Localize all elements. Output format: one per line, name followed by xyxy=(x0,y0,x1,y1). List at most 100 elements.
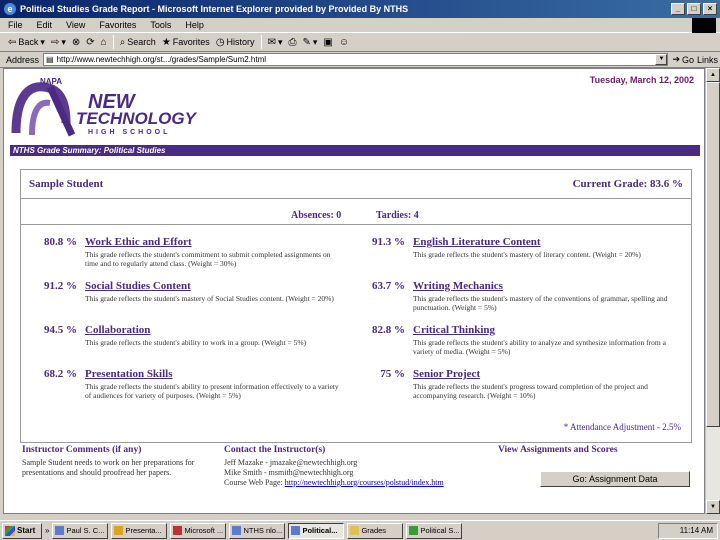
system-tray: 11:14 AM xyxy=(658,522,718,539)
category-description: This grade reflects the student's abilit… xyxy=(85,382,339,400)
contact-title: Contact the Instructor(s) xyxy=(224,445,326,455)
back-button[interactable]: ⇦ Back ▾ xyxy=(8,37,45,48)
category-description: This grade reflects the student's master… xyxy=(413,294,668,312)
current-grade: Current Grade: 83.6 % xyxy=(572,178,683,190)
category-name[interactable]: Social Studies Content xyxy=(85,280,191,292)
clock: 11:14 AM xyxy=(679,526,713,535)
menu-view[interactable]: View xyxy=(66,20,85,30)
home-icon: ⌂ xyxy=(100,36,107,48)
category-description: This grade reflects the student's master… xyxy=(413,250,641,259)
category-name[interactable]: Presentation Skills xyxy=(85,368,173,380)
links-label[interactable]: Links xyxy=(697,55,718,65)
category-name[interactable]: Senior Project xyxy=(413,368,480,380)
scroll-up-button[interactable]: ▲ xyxy=(706,68,720,82)
divider xyxy=(21,198,691,199)
page-content: Tuesday, March 12, 2002 NAPA NEW TECHNOL… xyxy=(3,68,705,514)
category-name[interactable]: Collaboration xyxy=(85,324,150,336)
course-web-link[interactable]: http://newtechhigh.org/courses/polstud/i… xyxy=(285,478,444,487)
messenger-icon: ☺ xyxy=(338,36,350,48)
dropdown-arrow-icon: ▾ xyxy=(277,36,283,47)
address-label: Address xyxy=(6,54,40,65)
windows-flag-icon xyxy=(5,525,15,536)
logo-line-3: HIGH SCHOOL xyxy=(88,129,171,136)
category-name[interactable]: Critical Thinking xyxy=(413,324,495,336)
print-button[interactable]: ⎙ xyxy=(288,37,296,48)
windows-throbber xyxy=(692,18,716,33)
taskbar-item[interactable]: NTHS nlo... xyxy=(229,522,286,539)
tardies: Tardies: 4 xyxy=(376,210,419,221)
taskbar-item[interactable]: Microsoft ... xyxy=(170,522,227,539)
category-name[interactable]: Work Ethic and Effort xyxy=(85,236,192,248)
menu-help[interactable]: Help xyxy=(185,20,204,30)
address-input[interactable]: ▤ http://www.newtechhigh.org/st.../grade… xyxy=(43,53,669,66)
taskbar-item-active[interactable]: Political... xyxy=(288,522,345,539)
taskbar-item[interactable]: Grades xyxy=(347,522,404,539)
address-dropdown-button[interactable]: ▼ xyxy=(655,54,668,65)
app-icon xyxy=(291,526,301,535)
stop-button[interactable]: ⊗ xyxy=(72,37,80,48)
start-button[interactable]: Start xyxy=(2,522,42,539)
taskbar-item[interactable]: Political S... xyxy=(406,522,463,539)
contact-details: Jeff Mazake - jmazake@newtechhigh.org Mi… xyxy=(224,458,524,488)
course-web-label: Course Web Page: xyxy=(224,478,283,487)
menu-tools[interactable]: Tools xyxy=(150,20,171,30)
school-logo: NAPA NEW TECHNOLOGY HIGH SCHOOL xyxy=(10,75,196,143)
print-icon: ⎙ xyxy=(288,36,297,48)
logo-napa: NAPA xyxy=(40,77,62,86)
menu-favorites[interactable]: Favorites xyxy=(99,20,136,30)
category-description: This grade reflects the student's abilit… xyxy=(85,338,307,347)
course-web-page: Course Web Page: http://newtechhigh.org/… xyxy=(224,478,524,488)
category-description: This grade reflects the student's commit… xyxy=(85,250,331,268)
student-name: Sample Student xyxy=(29,178,104,190)
mail-button[interactable]: ✉ ▾ xyxy=(268,37,283,48)
page-icon: ▤ xyxy=(46,55,54,64)
quick-launch-chevron-icon[interactable]: » xyxy=(45,526,49,535)
category-percent: 68.2 % xyxy=(44,368,77,380)
edit-button[interactable]: ✎ ▾ xyxy=(302,37,317,48)
category-percent: 82.8 % xyxy=(372,324,405,336)
menu-edit[interactable]: Edit xyxy=(37,20,53,30)
attendance-adjustment: * Attendance Adjustment - 2.5% xyxy=(563,422,681,432)
category-description: This grade reflects the student's abilit… xyxy=(413,338,666,356)
category-percent: 63.7 % xyxy=(372,280,405,292)
refresh-button[interactable]: ⟳ xyxy=(86,37,94,48)
refresh-icon: ⟳ xyxy=(86,36,95,48)
scroll-down-button[interactable]: ▼ xyxy=(706,500,720,514)
page-banner: NTHS Grade Summary: Political Studies xyxy=(10,145,700,156)
app-icon xyxy=(409,526,419,535)
search-button[interactable]: ⌕ Search xyxy=(120,37,156,48)
favorites-button[interactable]: ★ Favorites xyxy=(162,37,210,48)
instructor-comments-text: Sample Student needs to work on her prep… xyxy=(22,458,195,477)
menu-file[interactable]: File xyxy=(8,20,23,30)
grade-summary-card: Sample Student Current Grade: 83.6 % Abs… xyxy=(20,169,692,443)
discuss-button[interactable]: ▣ xyxy=(323,37,332,48)
contact-instructor-1: Jeff Mazake - jmazake@newtechhigh.org xyxy=(224,458,358,467)
instructor-comments-title: Instructor Comments (if any) xyxy=(22,445,142,455)
go-assignment-data-button[interactable]: Go: Assignment Data xyxy=(540,471,690,487)
forward-button[interactable]: ⇨ ▾ xyxy=(51,37,66,48)
menu-bar: File Edit View Favorites Tools Help xyxy=(0,18,720,33)
category-percent: 94.5 % xyxy=(44,324,77,336)
footer-section: Instructor Comments (if any) Sample Stud… xyxy=(22,445,694,505)
messenger-button[interactable]: ☺ xyxy=(339,37,349,48)
absences: Absences: 0 xyxy=(291,210,342,221)
ie-icon: e xyxy=(4,3,16,15)
category-percent: 80.8 % xyxy=(44,236,77,248)
view-assignments-title: View Assignments and Scores xyxy=(498,445,618,455)
vertical-scrollbar[interactable]: ▲ ▼ xyxy=(705,68,720,514)
minimize-button[interactable]: _ xyxy=(671,3,685,15)
page-date: Tuesday, March 12, 2002 xyxy=(589,75,694,85)
taskbar-item[interactable]: Paul S. C... xyxy=(52,522,109,539)
scrollbar-thumb[interactable] xyxy=(706,82,720,427)
dropdown-arrow-icon: ▾ xyxy=(40,36,45,47)
app-icon xyxy=(232,526,242,535)
contact-instructor-2: Mike Smith - msmith@newtechhigh.org xyxy=(224,468,354,477)
taskbar-item[interactable]: Presenta... xyxy=(111,522,168,539)
category-percent: 91.2 % xyxy=(44,280,77,292)
maximize-button[interactable]: □ xyxy=(687,3,701,15)
home-button[interactable]: ⌂ xyxy=(101,37,107,48)
history-button[interactable]: ◷ History xyxy=(216,37,255,48)
close-button[interactable]: × xyxy=(703,3,717,15)
category-name[interactable]: English Literature Content xyxy=(413,236,541,248)
category-name[interactable]: Writing Mechanics xyxy=(413,280,503,292)
